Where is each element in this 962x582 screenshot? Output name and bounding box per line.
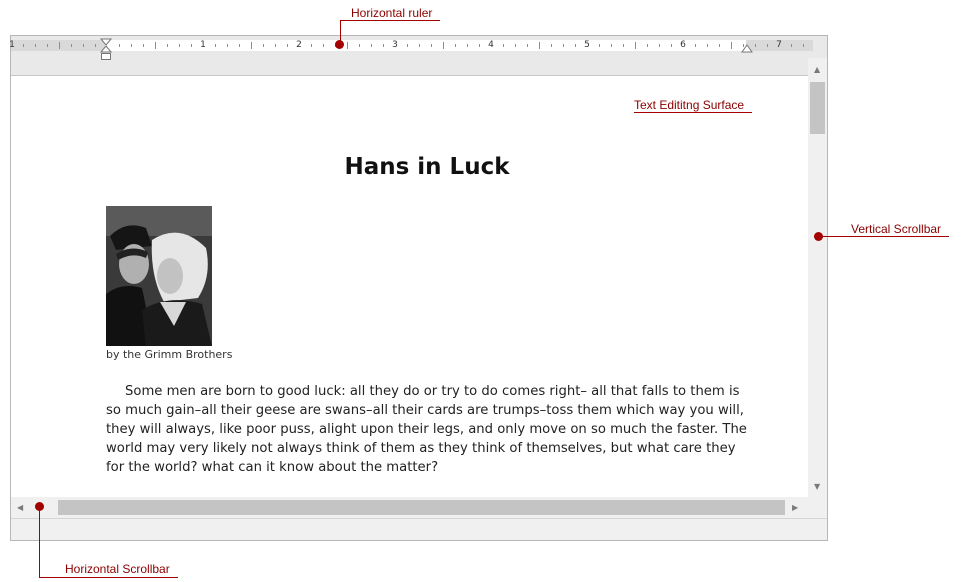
- ruler-tick: [311, 44, 312, 47]
- ruler-tick: [695, 44, 696, 47]
- image-caption: by the Grimm Brothers: [106, 348, 233, 361]
- ruler-number: 5: [584, 40, 590, 50]
- ruler-tick: [167, 44, 168, 47]
- ruler-number: 2: [296, 40, 302, 50]
- scrollbar-corner: [808, 497, 827, 518]
- ruler-tick: [431, 44, 432, 47]
- ruler-tick: [71, 44, 72, 47]
- callout-horizontal-ruler: Horizontal ruler: [351, 6, 433, 20]
- left-indent-marker[interactable]: [100, 38, 112, 62]
- ruler-tick: [707, 44, 708, 47]
- ruler-tick: [443, 42, 444, 49]
- ruler-tick: [47, 44, 48, 47]
- ruler-tick: [239, 44, 240, 47]
- ruler-tick: [803, 44, 804, 47]
- ruler-tick: [287, 44, 288, 47]
- ruler-tick: [479, 44, 480, 47]
- ruler-number: 3: [392, 40, 398, 50]
- callout-line: [822, 236, 949, 237]
- horizontal-ruler[interactable]: 1 1 2 3 4 5 6 7: [9, 36, 827, 76]
- right-indent-marker[interactable]: [741, 44, 753, 54]
- ruler-tick: [611, 44, 612, 47]
- ruler-tick: [143, 44, 144, 47]
- grimm-brothers-portrait: [106, 206, 212, 346]
- ruler-tick: [503, 44, 504, 47]
- ruler-tick: [467, 44, 468, 47]
- document-title: Hans in Luck: [344, 154, 510, 180]
- ruler-tick: [59, 42, 60, 49]
- callout-line: [634, 112, 752, 113]
- ruler-tick: [23, 44, 24, 47]
- ruler-tick: [119, 44, 120, 47]
- ruler-number: 1: [9, 40, 15, 50]
- ruler-number: 1: [200, 40, 206, 50]
- ruler-tick: [95, 44, 96, 47]
- triangle-right-icon[interactable]: ▶: [792, 503, 798, 513]
- ruler-number: 7: [776, 40, 782, 50]
- body-paragraph: Some men are born to good luck: all they…: [106, 384, 747, 475]
- ruler-tick: [731, 42, 732, 49]
- callout-line: [340, 20, 440, 21]
- ruler-tick: [719, 44, 720, 47]
- ruler-tick: [539, 42, 540, 49]
- ruler-tick: [755, 44, 756, 47]
- ruler-tick: [791, 44, 792, 47]
- ruler-tick: [551, 44, 552, 47]
- ruler-tick: [659, 44, 660, 47]
- vertical-scrollbar[interactable]: ▲ ▼: [808, 58, 827, 497]
- callout-text-surface: Text Edititng Surface: [634, 98, 745, 112]
- text-editing-surface[interactable]: Hans in Luck by the Grimm Brothers Some …: [11, 76, 808, 497]
- ruler-tick: [635, 42, 636, 49]
- horizontal-scrollbar[interactable]: ◀ ▶: [11, 497, 808, 518]
- status-bar: [11, 518, 827, 540]
- ruler-tick: [275, 44, 276, 47]
- ruler-tick: [383, 44, 384, 47]
- horizontal-scroll-thumb[interactable]: [58, 500, 785, 515]
- ruler-tick: [155, 42, 156, 49]
- ruler-tick: [623, 44, 624, 47]
- ruler-tick: [35, 44, 36, 47]
- ruler-tick: [83, 44, 84, 47]
- triangle-down-icon[interactable]: ▼: [814, 482, 820, 492]
- ruler-tick: [599, 44, 600, 47]
- callout-vertical-scrollbar: Vertical Scrollbar: [851, 222, 942, 236]
- ruler-tick: [359, 44, 360, 47]
- ruler-tick: [647, 44, 648, 47]
- ruler-tick: [215, 44, 216, 47]
- ruler-tick: [347, 42, 348, 49]
- callout-line: [39, 506, 40, 578]
- ruler-tick: [419, 44, 420, 47]
- ruler-tick: [767, 44, 768, 47]
- callout-horizontal-scrollbar: Horizontal Scrollbar: [65, 562, 170, 576]
- triangle-up-icon[interactable]: ▲: [814, 65, 820, 75]
- vertical-scroll-thumb[interactable]: [810, 82, 825, 134]
- ruler-tick: [671, 44, 672, 47]
- ruler-tick: [263, 44, 264, 47]
- ruler-tick: [251, 42, 252, 49]
- ruler-tick: [323, 44, 324, 47]
- callout-dot: [814, 232, 823, 241]
- ruler-tick: [131, 44, 132, 47]
- callout-line: [39, 577, 178, 578]
- triangle-left-icon[interactable]: ◀: [17, 503, 23, 513]
- ruler-tick: [191, 44, 192, 47]
- ruler-tick: [515, 44, 516, 47]
- ruler-tick: [371, 44, 372, 47]
- ruler-number: 4: [488, 40, 494, 50]
- ruler-tick: [527, 44, 528, 47]
- ruler-tick: [407, 44, 408, 47]
- ruler-tick: [563, 44, 564, 47]
- ruler-tick: [575, 44, 576, 47]
- ruler-tick: [455, 44, 456, 47]
- ruler-number: 6: [680, 40, 686, 50]
- callout-dot: [335, 40, 344, 49]
- ruler-tick: [227, 44, 228, 47]
- ruler-tick: [179, 44, 180, 47]
